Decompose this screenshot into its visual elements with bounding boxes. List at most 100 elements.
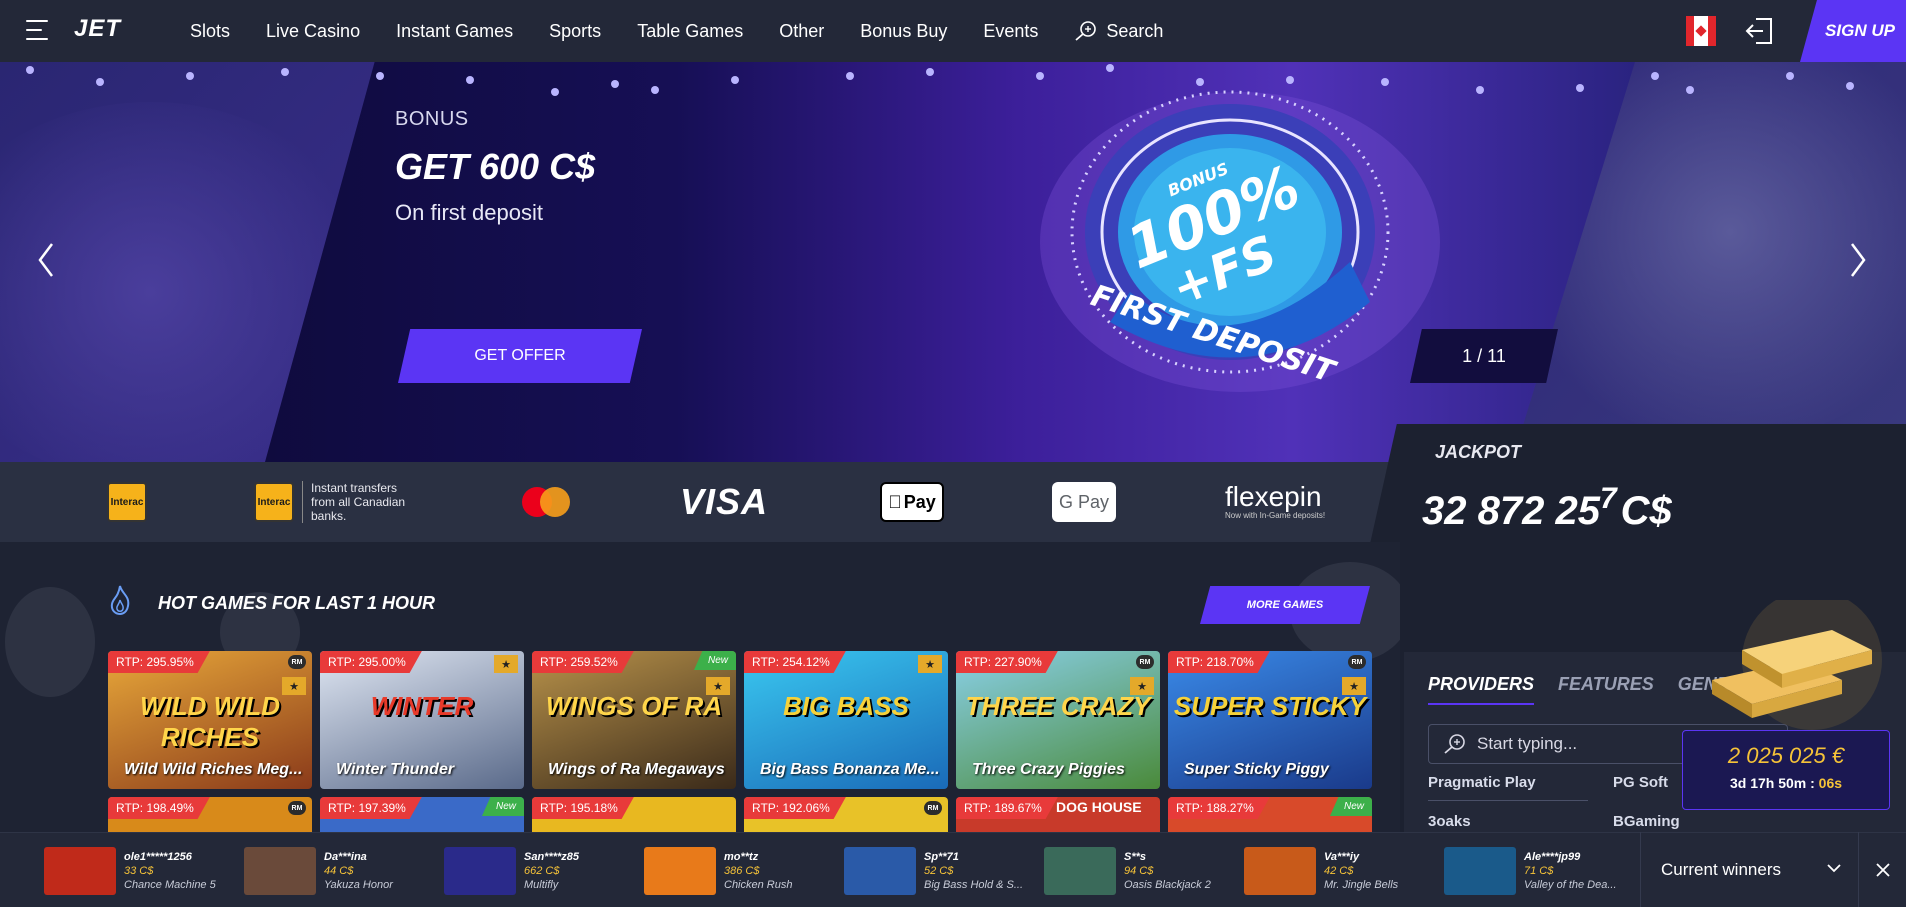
game-card[interactable]: BIG BASS RTP: 254.12% ★ Big Bass Bonanza… bbox=[744, 651, 948, 789]
trophy-icon: ★ bbox=[706, 677, 730, 695]
more-games-button[interactable]: MORE GAMES bbox=[1200, 586, 1370, 624]
winner-username: Da***ina bbox=[324, 851, 367, 863]
provider-item[interactable]: PG Soft bbox=[1613, 774, 1668, 791]
rtp-badge: RTP: 295.00% bbox=[320, 651, 422, 673]
tab-providers[interactable]: PROVIDERS bbox=[1428, 674, 1535, 705]
winner-amount: 44 C$ bbox=[324, 865, 354, 877]
search-icon bbox=[1075, 21, 1097, 41]
slider-prev-arrow[interactable] bbox=[36, 240, 56, 280]
interac-note: Instant transfers from all Canadian bank… bbox=[302, 481, 412, 523]
nav-events[interactable]: Events bbox=[983, 21, 1038, 42]
game-name: Three Crazy Piggies bbox=[972, 761, 1125, 778]
rtp-badge: RTP: 189.67% bbox=[956, 797, 1058, 819]
nav-instant-games[interactable]: Instant Games bbox=[396, 21, 513, 42]
winner-game: Mr. Jingle Bells bbox=[1324, 879, 1399, 891]
trophy-icon: ★ bbox=[1342, 677, 1366, 695]
rtp-badge: RTP: 295.95% bbox=[108, 651, 210, 673]
mastercard-logo bbox=[522, 462, 572, 542]
game-thumbnail bbox=[244, 847, 316, 895]
winner-username: mo**tz bbox=[724, 851, 759, 863]
game-thumbnail bbox=[1044, 847, 1116, 895]
nav-search[interactable]: Search bbox=[1074, 20, 1163, 42]
game-thumbnail bbox=[44, 847, 116, 895]
rtp-badge: RTP: 218.70% bbox=[1168, 651, 1270, 673]
game-card[interactable]: RTP: 188.27% New bbox=[1168, 797, 1372, 837]
hero-banner: BONUS 100% +FS FIRST DEPOSIT bbox=[0, 62, 1906, 462]
trophy-icon: ★ bbox=[282, 677, 306, 695]
chevron-down-icon[interactable] bbox=[1826, 862, 1842, 874]
game-art-text: DOG HOUSE bbox=[1056, 799, 1142, 815]
winner-amount: 52 C$ bbox=[924, 865, 954, 877]
game-card[interactable]: RTP: 195.18% bbox=[532, 797, 736, 837]
rtp-badge: RTP: 195.18% bbox=[532, 797, 634, 819]
winner-item[interactable]: Sp**71 52 C$ Big Bass Hold & S... bbox=[844, 846, 1034, 896]
rm-badge: RM bbox=[924, 801, 942, 815]
hero-subtitle: On first deposit bbox=[395, 200, 543, 225]
game-card[interactable]: RTP: 192.06% RM bbox=[744, 797, 948, 837]
tab-features[interactable]: FEATURES bbox=[1558, 674, 1654, 705]
promo-tournament-box[interactable]: 2 025 025 € 3d 17h 50m : 06s bbox=[1682, 730, 1890, 810]
winner-amount: 33 C$ bbox=[124, 865, 154, 877]
winner-game: Chance Machine 5 bbox=[124, 879, 216, 891]
game-card[interactable]: WINGS OF RA RTP: 259.52% New ★ Wings of … bbox=[532, 651, 736, 789]
winner-amount: 94 C$ bbox=[1124, 865, 1154, 877]
promo-timer: 3d 17h 50m : 06s bbox=[1729, 775, 1843, 791]
site-logo[interactable]: JET bbox=[74, 15, 121, 43]
close-icon bbox=[1875, 862, 1890, 877]
nav-bonus-buy[interactable]: Bonus Buy bbox=[860, 21, 947, 42]
winner-item[interactable]: mo**tz 386 C$ Chicken Rush bbox=[644, 846, 834, 896]
nav-other[interactable]: Other bbox=[779, 21, 824, 42]
winner-username: Sp**71 bbox=[924, 851, 959, 863]
nav-live-casino[interactable]: Live Casino bbox=[266, 21, 360, 42]
rtp-badge: RTP: 259.52% bbox=[532, 651, 634, 673]
hero-title: GET 600 C$ bbox=[395, 146, 596, 187]
winner-game: Chicken Rush bbox=[724, 879, 793, 891]
trophy-icon: ★ bbox=[918, 655, 942, 673]
slider-next-arrow[interactable] bbox=[1848, 240, 1868, 280]
nav-slots[interactable]: Slots bbox=[190, 21, 230, 42]
game-art-text: THREE CRAZY bbox=[965, 691, 1151, 721]
winner-game: Multifly bbox=[524, 879, 559, 891]
game-card[interactable]: WILD WILD RICHES RTP: 295.95% RM ★ Wild … bbox=[108, 651, 312, 789]
provider-item[interactable]: Pragmatic Play bbox=[1428, 774, 1536, 791]
winner-game: Yakuza Honor bbox=[324, 879, 393, 891]
game-card[interactable]: SUPER STICKY RTP: 218.70% RM ★ Super Sti… bbox=[1168, 651, 1372, 789]
winner-item[interactable]: S**s 94 C$ Oasis Blackjack 2 bbox=[1044, 846, 1234, 896]
menu-burger-icon[interactable] bbox=[26, 20, 56, 42]
nav-table-games[interactable]: Table Games bbox=[637, 21, 743, 42]
game-name: Super Sticky Piggy bbox=[1184, 761, 1329, 778]
bonus-badge-graphic: BONUS 100% +FS FIRST DEPOSIT bbox=[1040, 90, 1440, 392]
provider-item[interactable]: 3oaks bbox=[1428, 813, 1471, 830]
apple-pay-logo: Pay bbox=[880, 462, 944, 542]
login-icon[interactable] bbox=[1744, 16, 1774, 51]
game-card[interactable]: RTP: 197.39% New bbox=[320, 797, 524, 837]
nav-sports[interactable]: Sports bbox=[549, 21, 601, 42]
game-art-text: WILD WILD RICHES bbox=[139, 691, 281, 752]
search-label: Search bbox=[1106, 20, 1164, 41]
game-thumbnail bbox=[1444, 847, 1516, 895]
game-card[interactable]: THREE CRAZY RTP: 227.90% RM ★ Three Craz… bbox=[956, 651, 1160, 789]
game-art-text: SUPER STICKY bbox=[1173, 691, 1367, 721]
winner-amount: 386 C$ bbox=[724, 865, 760, 877]
divider bbox=[1428, 800, 1588, 801]
payment-methods-bar: Interac Interac Instant transfers from a… bbox=[0, 462, 1390, 542]
fire-icon bbox=[110, 585, 130, 616]
interac-transfer-logo: Interac Instant transfers from all Canad… bbox=[254, 462, 412, 542]
game-card[interactable]: WINTER RTP: 295.00% ★ Winter Thunder bbox=[320, 651, 524, 789]
winner-item[interactable]: San****z85 662 C$ Multifly bbox=[444, 846, 634, 896]
game-thumbnail bbox=[844, 847, 916, 895]
winner-item[interactable]: Ale****jp99 71 C$ Valley of the Dea... bbox=[1444, 846, 1634, 896]
get-offer-button[interactable]: GET OFFER bbox=[398, 329, 642, 383]
game-card[interactable]: RTP: 189.67% DOG HOUSE bbox=[956, 797, 1160, 837]
winner-username: Va***iy bbox=[1324, 851, 1360, 863]
winner-item[interactable]: ole1*****1256 33 C$ Chance Machine 5 bbox=[44, 846, 234, 896]
game-card[interactable]: RTP: 198.49% RM bbox=[108, 797, 312, 837]
winner-item[interactable]: Da***ina 44 C$ Yakuza Honor bbox=[244, 846, 434, 896]
canada-flag-icon[interactable] bbox=[1686, 16, 1716, 46]
provider-item[interactable]: BGaming bbox=[1613, 813, 1680, 830]
signup-button[interactable]: SIGN UP bbox=[1800, 0, 1906, 62]
winner-item[interactable]: Va***iy 42 C$ Mr. Jingle Bells bbox=[1244, 846, 1434, 896]
close-winners-button[interactable] bbox=[1858, 832, 1906, 907]
winner-amount: 71 C$ bbox=[1524, 865, 1554, 877]
rm-badge: RM bbox=[1348, 655, 1366, 669]
